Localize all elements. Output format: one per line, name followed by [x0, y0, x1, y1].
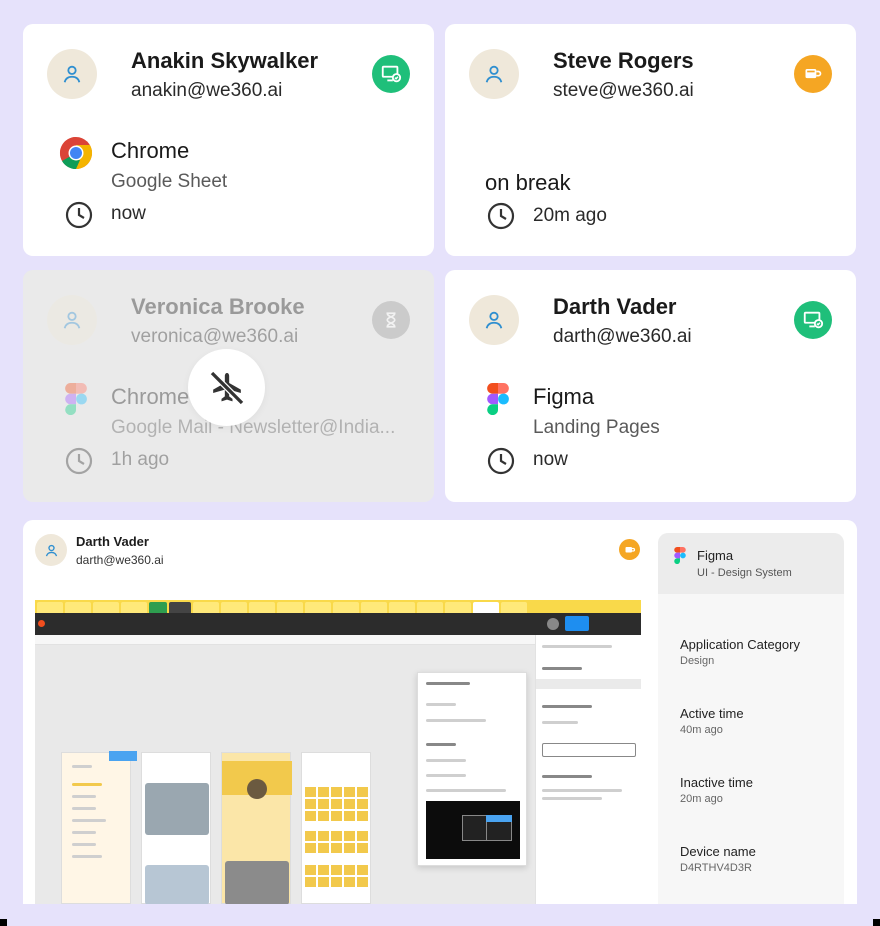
- last-seen-time: 1h ago: [111, 449, 170, 470]
- activity-status: on break: [485, 170, 571, 195]
- figma-canvas: [35, 645, 535, 904]
- user-name: Anakin Skywalker: [131, 48, 319, 73]
- last-seen-time: now: [533, 449, 568, 470]
- user-avatar-icon: [47, 295, 97, 345]
- app-subtitle: UI - Design System: [697, 567, 792, 579]
- user-avatar-icon: [35, 534, 67, 566]
- field-label-category: Application Category: [680, 637, 800, 652]
- app-name: Chrome: [111, 384, 190, 409]
- field-label-inactive-time: Inactive time: [680, 775, 753, 790]
- user-avatar-icon: [469, 49, 519, 99]
- user-email: darth@we360.ai: [553, 326, 692, 347]
- user-card-veronica[interactable]: Veronica Brooke veronica@we360.ai Chrome…: [23, 270, 434, 502]
- clock-icon: [487, 202, 515, 230]
- user-avatar-icon: [47, 49, 97, 99]
- browser-tab-strip: [35, 600, 641, 613]
- clock-icon: [65, 447, 93, 475]
- user-email: veronica@we360.ai: [131, 326, 299, 347]
- figma-toolbar: [35, 613, 641, 635]
- field-label-active-time: Active time: [680, 706, 744, 721]
- menu-frame: [61, 752, 131, 904]
- hourglass-icon: [372, 301, 410, 339]
- active-monitor-icon: [372, 55, 410, 93]
- coffee-cup-icon: [619, 539, 640, 560]
- field-value-device-name: D4RTHV4D3R: [680, 862, 752, 874]
- app-name: Chrome: [111, 138, 190, 163]
- figma-properties-panel: [535, 635, 641, 904]
- home-frame: [141, 752, 211, 904]
- chrome-icon: [59, 136, 93, 170]
- screenshot-thumbnail[interactable]: [35, 600, 641, 904]
- interaction-details-popup: [417, 672, 527, 866]
- coffee-cup-icon: [794, 55, 832, 93]
- app-detail: Landing Pages: [533, 417, 660, 438]
- user-email: anakin@we360.ai: [131, 80, 283, 101]
- active-monitor-icon: [794, 301, 832, 339]
- app-detail: Google Mail - Newsletter@India...: [111, 417, 396, 438]
- app-name: Figma: [697, 548, 734, 563]
- user-email: darth@we360.ai: [76, 553, 164, 567]
- user-name: Steve Rogers: [553, 48, 694, 73]
- user-name: Darth Vader: [553, 294, 677, 319]
- clock-icon: [487, 447, 515, 475]
- user-email: steve@we360.ai: [553, 80, 694, 101]
- app-name: Figma: [533, 384, 595, 409]
- corner-mark: [0, 919, 7, 926]
- figma-icon: [481, 382, 515, 416]
- clock-icon: [65, 201, 93, 229]
- app-detail: Google Sheet: [111, 171, 228, 192]
- figma-icon: [59, 382, 93, 416]
- search-frame: [301, 752, 371, 904]
- field-value-inactive-time: 20m ago: [680, 793, 723, 805]
- app-info-sidebar: Figma UI - Design System Application Cat…: [658, 533, 844, 904]
- user-card-anakin[interactable]: Anakin Skywalker anakin@we360.ai Chrome …: [23, 24, 434, 256]
- corner-mark: [873, 919, 880, 926]
- field-label-device-name: Device name: [680, 844, 756, 859]
- user-name: Darth Vader: [76, 534, 149, 549]
- user-card-steve[interactable]: Steve Rogers steve@we360.ai on break 20m…: [445, 24, 856, 256]
- profile-frame: [221, 752, 292, 904]
- user-detail-panel: Darth Vader darth@we360.ai Figma UI - De…: [23, 520, 857, 904]
- airplane-off-icon: [188, 349, 265, 426]
- field-value-category: Design: [680, 655, 715, 667]
- figma-icon: [674, 547, 686, 565]
- field-value-active-time: 40m ago: [680, 724, 723, 736]
- user-card-darth[interactable]: Darth Vader darth@we360.ai Figma Landing…: [445, 270, 856, 502]
- app-info-header: Figma UI - Design System: [658, 533, 844, 594]
- last-seen-time: now: [111, 203, 146, 224]
- flow-label: [109, 751, 137, 761]
- user-avatar-icon: [469, 295, 519, 345]
- last-seen-time: 20m ago: [533, 205, 607, 226]
- user-name: Veronica Brooke: [131, 294, 305, 319]
- share-button: [565, 616, 589, 631]
- canvas-ruler: [35, 635, 535, 645]
